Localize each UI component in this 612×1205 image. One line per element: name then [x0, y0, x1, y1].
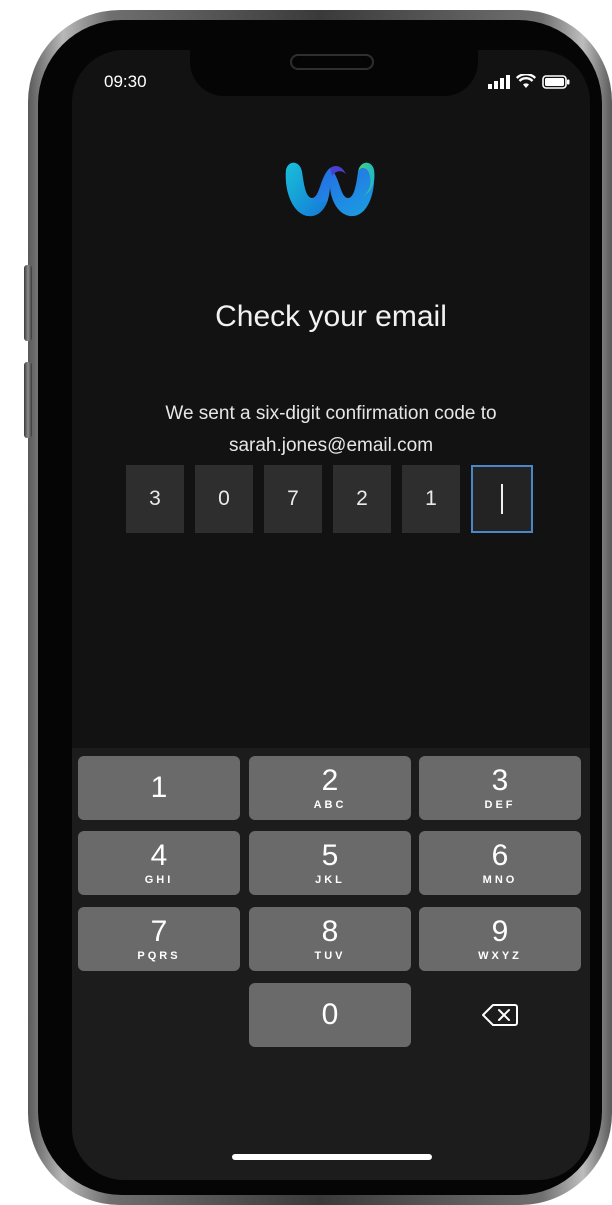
- key-digit: 5: [321, 838, 339, 872]
- key-letters: DEF: [484, 798, 516, 811]
- webex-logo-icon: [285, 162, 375, 217]
- key-letters: JKL: [315, 873, 345, 886]
- numeric-keypad: 1 2 ABC 3 DEF 4 GHI 5 JKL 6 MNO 7 PQRS 8…: [72, 748, 590, 1180]
- email-address: sarah.jones@email.com: [228, 435, 434, 456]
- code-digit-box-active[interactable]: [471, 465, 533, 533]
- code-digit-box[interactable]: 7: [264, 465, 322, 533]
- backspace-icon: [482, 1004, 518, 1026]
- confirmation-message: We sent a six-digit confirmation code to…: [72, 398, 590, 462]
- wifi-icon: [516, 74, 536, 88]
- key-6[interactable]: 6 MNO: [419, 831, 581, 895]
- cellular-signal-icon: [488, 75, 510, 89]
- volume-up-button: [24, 265, 32, 341]
- phone-screen: 09:30 Check your email We sent a six-dig…: [72, 50, 590, 1180]
- key-7[interactable]: 7 PQRS: [78, 907, 240, 971]
- key-3[interactable]: 3 DEF: [419, 756, 581, 820]
- key-digit: 2: [321, 763, 339, 797]
- confirmation-message-line: We sent a six-digit confirmation code to: [165, 403, 497, 424]
- key-digit: 7: [150, 914, 168, 948]
- code-input-row: 3 0 7 2 1: [126, 465, 533, 533]
- key-letters: PQRS: [137, 949, 181, 962]
- key-digit: 3: [491, 763, 509, 797]
- text-cursor: [501, 484, 503, 514]
- key-digit: 8: [321, 914, 339, 948]
- battery-icon: [542, 75, 570, 89]
- key-letters: TUV: [314, 949, 346, 962]
- page-title: Check your email: [215, 300, 447, 333]
- key-1[interactable]: 1: [78, 756, 240, 820]
- status-time: 09:30: [104, 72, 147, 91]
- key-0[interactable]: 0: [249, 983, 411, 1047]
- key-digit: 0: [321, 998, 339, 1031]
- code-digit-box[interactable]: 2: [333, 465, 391, 533]
- key-digit: 9: [491, 914, 509, 948]
- key-2[interactable]: 2 ABC: [249, 756, 411, 820]
- key-letters: WXYZ: [478, 949, 522, 962]
- key-digit: 4: [150, 838, 168, 872]
- key-letters: MNO: [482, 873, 518, 886]
- volume-down-button: [24, 362, 32, 438]
- key-digit: 1: [150, 771, 168, 804]
- key-letters: ABC: [313, 798, 347, 811]
- home-indicator[interactable]: [232, 1154, 432, 1160]
- key-8[interactable]: 8 TUV: [249, 907, 411, 971]
- key-letters: GHI: [144, 873, 174, 886]
- code-digit-box[interactable]: 1: [402, 465, 460, 533]
- speaker-grille: [290, 54, 374, 70]
- code-digit-box[interactable]: 0: [195, 465, 253, 533]
- key-digit: 6: [491, 838, 509, 872]
- status-icons: [488, 74, 570, 89]
- key-5[interactable]: 5 JKL: [249, 831, 411, 895]
- key-9[interactable]: 9 WXYZ: [419, 907, 581, 971]
- delete-key[interactable]: [419, 983, 581, 1047]
- key-4[interactable]: 4 GHI: [78, 831, 240, 895]
- notch: [190, 50, 478, 96]
- code-digit-box[interactable]: 3: [126, 465, 184, 533]
